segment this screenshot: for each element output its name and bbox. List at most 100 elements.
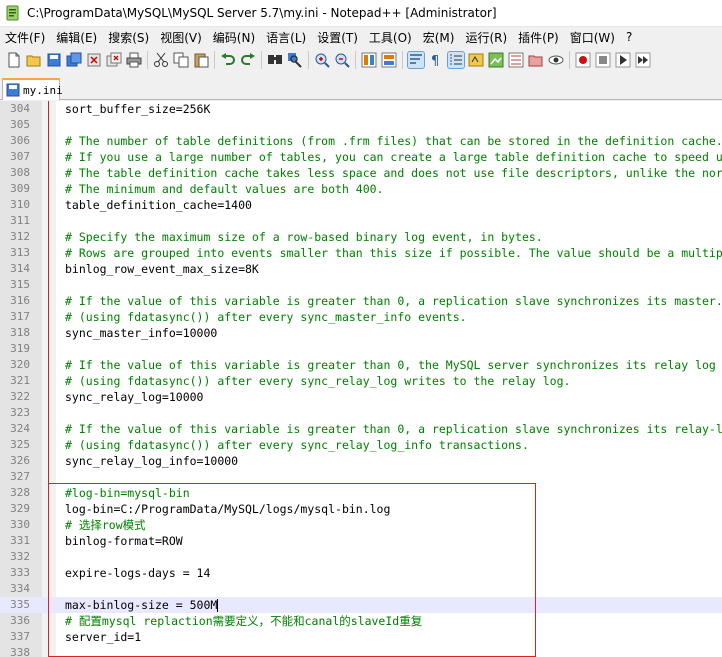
menu-item[interactable]: 搜索(S): [103, 29, 155, 46]
code-line[interactable]: 305: [0, 117, 722, 133]
line-text[interactable]: # (using fdatasync()) after every sync_r…: [65, 373, 570, 389]
indent-guide-icon[interactable]: [447, 51, 465, 69]
code-line[interactable]: 331 binlog-format=ROW: [0, 533, 722, 549]
code-line[interactable]: 325 # (using fdatasync()) after every syn…: [0, 437, 722, 453]
menu-item[interactable]: 视图(V): [155, 29, 208, 46]
close-all-icon[interactable]: [106, 52, 122, 68]
zoom-out-icon[interactable]: [334, 52, 350, 68]
code-line[interactable]: 336 # 配置mysql replaction需要定义，不能和canal的sla…: [0, 613, 722, 629]
line-text[interactable]: sync_relay_log_info=10000: [65, 453, 238, 469]
user-language-icon[interactable]: [468, 52, 484, 68]
line-text[interactable]: table_definition_cache=1400: [65, 197, 252, 213]
code-line[interactable]: 310 table_definition_cache=1400: [0, 197, 722, 213]
code-line[interactable]: 332: [0, 549, 722, 565]
line-text[interactable]: # The number of table definitions (from …: [65, 133, 722, 149]
code-line[interactable]: 335 max-binlog-size = 500M: [0, 597, 722, 613]
line-text[interactable]: sort_buffer_size=256K: [65, 101, 210, 117]
code-line[interactable]: 308 # The table definition cache takes le…: [0, 165, 722, 181]
code-line[interactable]: 321 # (using fdatasync()) after every syn…: [0, 373, 722, 389]
code-line[interactable]: 313 # Rows are grouped into events smalle…: [0, 245, 722, 261]
code-line[interactable]: 320 # If the value of this variable is gr…: [0, 357, 722, 373]
line-text[interactable]: binlog-format=ROW: [65, 533, 183, 549]
menu-item[interactable]: 编码(N): [208, 29, 261, 46]
menu-item[interactable]: 宏(M): [418, 29, 461, 46]
cut-icon[interactable]: [153, 52, 169, 68]
line-text[interactable]: log-bin=C:/ProgramData/MySQL/logs/mysql-…: [65, 501, 390, 517]
code-line[interactable]: 326 sync_relay_log_info=10000: [0, 453, 722, 469]
line-text[interactable]: sync_master_info=10000: [65, 325, 217, 341]
menu-item[interactable]: 工具(O): [364, 29, 418, 46]
play-macro-icon[interactable]: [615, 52, 631, 68]
line-text[interactable]: # 选择row模式: [65, 517, 146, 533]
code-line[interactable]: 306 # The number of table definitions (fr…: [0, 133, 722, 149]
find-icon[interactable]: [267, 52, 283, 68]
line-text[interactable]: # The minimum and default values are bot…: [65, 181, 384, 197]
line-text[interactable]: # If you use a large number of tables, y…: [65, 149, 722, 165]
code-line[interactable]: 314 binlog_row_event_max_size=8K: [0, 261, 722, 277]
line-text[interactable]: sync_relay_log=10000: [65, 389, 203, 405]
menu-item[interactable]: 插件(P): [513, 29, 565, 46]
menu-item[interactable]: ?: [621, 30, 638, 44]
code-line[interactable]: 307 # If you use a large number of tables…: [0, 149, 722, 165]
line-text[interactable]: # (using fdatasync()) after every sync_r…: [65, 437, 529, 453]
line-text[interactable]: expire-logs-days = 14: [65, 565, 210, 581]
code-line[interactable]: 329 log-bin=C:/ProgramData/MySQL/logs/mys…: [0, 501, 722, 517]
save-icon[interactable]: [46, 52, 62, 68]
menu-item[interactable]: 运行(R): [460, 29, 513, 46]
stop-macro-icon[interactable]: [595, 52, 611, 68]
code-line[interactable]: 318 sync_master_info=10000: [0, 325, 722, 341]
monitoring-icon[interactable]: [548, 52, 564, 68]
menu-item[interactable]: 窗口(W): [565, 29, 621, 46]
replace-icon[interactable]: [287, 52, 303, 68]
word-wrap-icon[interactable]: [407, 51, 425, 69]
function-list-icon[interactable]: [508, 52, 524, 68]
code-line[interactable]: 330 # 选择row模式: [0, 517, 722, 533]
line-text[interactable]: #log-bin=mysql-bin: [65, 485, 190, 501]
paste-icon[interactable]: [193, 52, 209, 68]
editor[interactable]: 304 sort_buffer_size=256K 305 306 # The numb…: [0, 101, 722, 657]
redo-icon[interactable]: [240, 52, 256, 68]
code-line[interactable]: 315: [0, 277, 722, 293]
code-line[interactable]: 333 expire-logs-days = 14: [0, 565, 722, 581]
document-map-icon[interactable]: [488, 52, 504, 68]
sync-vertical-icon[interactable]: [361, 52, 377, 68]
tab-my-ini[interactable]: my.ini: [2, 78, 63, 100]
print-icon[interactable]: [126, 52, 142, 68]
code-line[interactable]: 312 # Specify the maximum size of a row-b…: [0, 229, 722, 245]
code-line[interactable]: 322 sync_relay_log=10000: [0, 389, 722, 405]
line-text[interactable]: # If the value of this variable is great…: [65, 293, 722, 309]
folder-workspace-icon[interactable]: [528, 52, 544, 68]
code-line[interactable]: 316 # If the value of this variable is gr…: [0, 293, 722, 309]
code-line[interactable]: 337 server_id=1: [0, 629, 722, 645]
zoom-in-icon[interactable]: [314, 52, 330, 68]
code-line[interactable]: 334: [0, 581, 722, 597]
sync-horizontal-icon[interactable]: [381, 52, 397, 68]
code-line[interactable]: 304 sort_buffer_size=256K: [0, 101, 722, 117]
line-text[interactable]: # If the value of this variable is great…: [65, 421, 722, 437]
code-line[interactable]: 309 # The minimum and default values are …: [0, 181, 722, 197]
code-line[interactable]: 317 # (using fdatasync()) after every syn…: [0, 309, 722, 325]
open-file-icon[interactable]: [26, 52, 42, 68]
menu-item[interactable]: 语言(L): [261, 29, 312, 46]
record-macro-icon[interactable]: [575, 52, 591, 68]
code-line[interactable]: 338: [0, 645, 722, 657]
code-line[interactable]: 328 #log-bin=mysql-bin: [0, 485, 722, 501]
line-text[interactable]: # If the value of this variable is great…: [65, 357, 722, 373]
line-text[interactable]: # The table definition cache takes less …: [65, 165, 722, 181]
line-text[interactable]: binlog_row_event_max_size=8K: [65, 261, 259, 277]
line-text[interactable]: # Specify the maximum size of a row-base…: [65, 229, 543, 245]
code-line[interactable]: 327: [0, 469, 722, 485]
undo-icon[interactable]: [220, 52, 236, 68]
show-all-characters-icon[interactable]: ¶: [428, 52, 444, 68]
line-text[interactable]: server_id=1: [65, 629, 141, 645]
code-line[interactable]: 319: [0, 341, 722, 357]
menu-item[interactable]: 设置(T): [312, 29, 364, 46]
line-text[interactable]: # 配置mysql replaction需要定义，不能和canal的slaveI…: [65, 613, 422, 629]
code-line[interactable]: 311: [0, 213, 722, 229]
line-text[interactable]: # (using fdatasync()) after every sync_m…: [65, 309, 467, 325]
line-text[interactable]: max-binlog-size = 500M: [65, 597, 218, 613]
code-line[interactable]: 323: [0, 405, 722, 421]
save-all-icon[interactable]: [66, 52, 82, 68]
code-line[interactable]: 324 # If the value of this variable is gr…: [0, 421, 722, 437]
line-text[interactable]: # Rows are grouped into events smaller t…: [65, 245, 722, 261]
